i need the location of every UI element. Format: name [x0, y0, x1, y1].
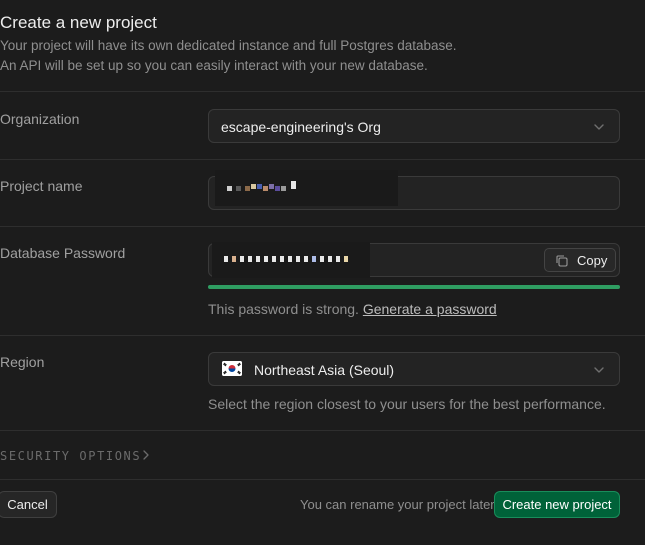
password-strength-text: This password is strong. Generate a pass…: [208, 301, 497, 317]
organization-select[interactable]: escape-engineering's Org: [208, 109, 620, 143]
divider: [0, 430, 645, 431]
page-subtitle-line-1: Your project will have its own dedicated…: [0, 38, 457, 53]
redacted-project-name: [215, 170, 398, 206]
create-project-panel: Create a new project Your project will h…: [0, 0, 645, 545]
header: Create a new project Your project will h…: [0, 0, 645, 92]
region-label: Region: [0, 354, 45, 370]
region-value: Northeast Asia (Seoul): [254, 362, 395, 378]
copy-button-label: Copy: [577, 253, 608, 268]
chevron-down-icon: [594, 124, 604, 130]
security-options-toggle[interactable]: SECURITY OPTIONS: [0, 449, 141, 463]
create-project-button[interactable]: Create new project: [494, 491, 620, 518]
divider: [0, 335, 645, 336]
divider: [0, 159, 645, 160]
page-title: Create a new project: [0, 13, 157, 32]
copy-password-button[interactable]: Copy: [544, 248, 616, 272]
organization-value: escape-engineering's Org: [221, 119, 381, 135]
chevron-right-icon: [143, 450, 149, 460]
rename-note: You can rename your project later: [300, 497, 495, 512]
database-password-label: Database Password: [0, 245, 126, 261]
generate-password-link[interactable]: Generate a password: [363, 301, 497, 317]
region-select[interactable]: Northeast Asia (Seoul): [208, 352, 620, 386]
organization-label: Organization: [0, 111, 80, 127]
region-helper-text: Select the region closest to your users …: [208, 396, 606, 412]
footer: Cancel You can rename your project later…: [0, 479, 645, 545]
strength-message: This password is strong.: [208, 301, 359, 317]
page-subtitle-line-2: An API will be set up so you can easily …: [0, 58, 428, 73]
password-strength-bar: [208, 285, 620, 289]
copy-icon: [556, 255, 568, 267]
south-korea-flag-icon: [222, 361, 242, 376]
project-name-label: Project name: [0, 178, 83, 194]
chevron-down-icon: [594, 367, 604, 373]
cancel-button[interactable]: Cancel: [0, 491, 57, 518]
redacted-password: [212, 242, 370, 278]
divider: [0, 226, 645, 227]
